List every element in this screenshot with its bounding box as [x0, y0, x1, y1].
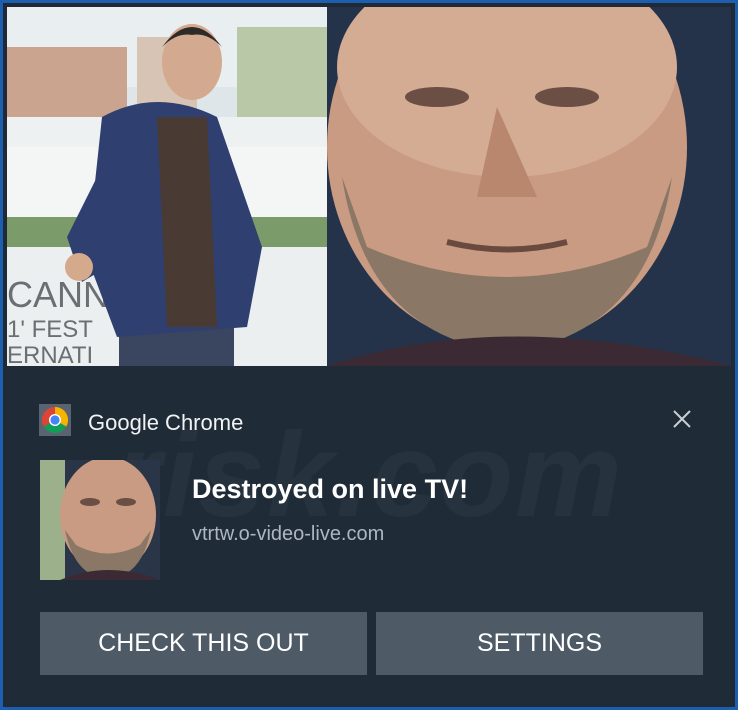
notification-url: vtrtw.o-video-live.com [192, 523, 385, 545]
hero-sign-line-3: ERNATI [7, 342, 93, 366]
app-header: Google Chrome [39, 404, 243, 441]
chrome-notification-window: CANN 1' FEST ERNATI Google Chrome Destro… [0, 0, 738, 710]
notification-title: Destroyed on live TV! [192, 474, 469, 504]
check-this-out-button[interactable]: CHECK THIS OUT [40, 612, 367, 675]
close-icon[interactable] [671, 408, 693, 430]
settings-button[interactable]: SETTINGS [376, 612, 703, 675]
hero-sign-line-1: CANN [7, 274, 109, 315]
hero-sign-line-2: 1' FEST [7, 316, 93, 343]
notification-body: risk.com Google Chrome [7, 366, 731, 703]
notification-thumbnail [40, 460, 160, 580]
hero-image[interactable]: CANN 1' FEST ERNATI [7, 7, 731, 366]
app-name: Google Chrome [88, 409, 244, 435]
hero-photo: CANN 1' FEST ERNATI [7, 7, 731, 366]
chrome-icon [39, 404, 71, 441]
